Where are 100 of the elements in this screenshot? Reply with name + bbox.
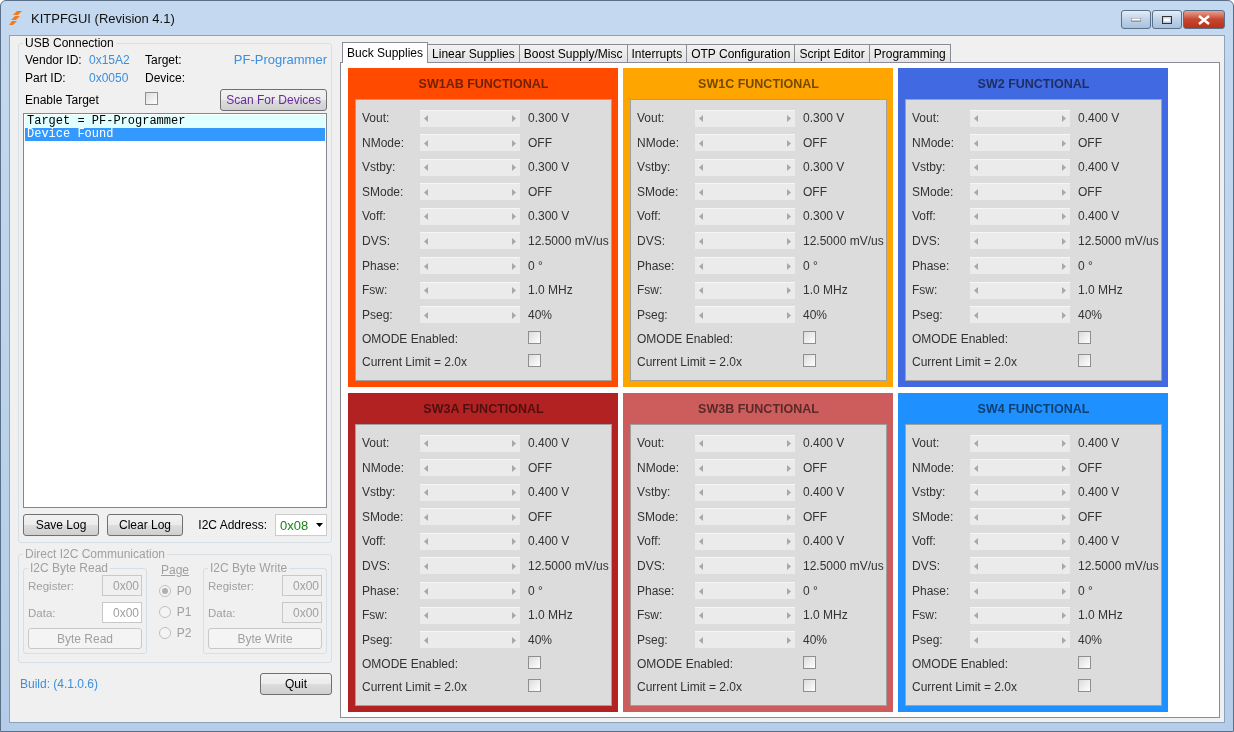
clear-log-button[interactable]: Clear Log [107, 514, 183, 536]
left-arrow-icon[interactable] [699, 464, 703, 472]
save-log-button[interactable]: Save Log [23, 514, 99, 536]
setting-scrollbar[interactable] [420, 459, 520, 477]
left-arrow-icon[interactable] [974, 464, 978, 472]
right-arrow-icon[interactable] [512, 513, 516, 521]
setting-scrollbar[interactable] [420, 434, 520, 452]
right-arrow-icon[interactable] [512, 287, 516, 295]
left-arrow-icon[interactable] [974, 164, 978, 172]
left-arrow-icon[interactable] [699, 164, 703, 172]
left-arrow-icon[interactable] [424, 115, 428, 123]
minimize-button[interactable] [1121, 10, 1151, 29]
left-arrow-icon[interactable] [424, 139, 428, 147]
setting-scrollbar[interactable] [695, 557, 795, 575]
address-dropdown[interactable]: 0x08 [275, 514, 327, 536]
option-checkbox[interactable] [528, 655, 541, 669]
left-arrow-icon[interactable] [974, 213, 978, 221]
right-arrow-icon[interactable] [787, 213, 791, 221]
left-arrow-icon[interactable] [974, 562, 978, 570]
tab[interactable]: Programming [868, 44, 951, 62]
left-arrow-icon[interactable] [974, 311, 978, 319]
left-arrow-icon[interactable] [699, 612, 703, 620]
setting-scrollbar[interactable] [970, 557, 1070, 575]
setting-scrollbar[interactable] [695, 109, 795, 127]
left-arrow-icon[interactable] [699, 440, 703, 448]
option-checkbox[interactable] [1078, 679, 1091, 693]
setting-scrollbar[interactable] [970, 606, 1070, 624]
right-arrow-icon[interactable] [787, 587, 791, 595]
left-arrow-icon[interactable] [974, 237, 978, 245]
right-arrow-icon[interactable] [1062, 489, 1066, 497]
right-arrow-icon[interactable] [512, 213, 516, 221]
right-arrow-icon[interactable] [787, 489, 791, 497]
right-arrow-icon[interactable] [1062, 164, 1066, 172]
left-arrow-icon[interactable] [974, 538, 978, 546]
right-arrow-icon[interactable] [1062, 587, 1066, 595]
setting-scrollbar[interactable] [970, 508, 1070, 526]
left-arrow-icon[interactable] [699, 262, 703, 270]
left-arrow-icon[interactable] [974, 188, 978, 196]
setting-scrollbar[interactable] [970, 483, 1070, 501]
right-arrow-icon[interactable] [1062, 237, 1066, 245]
right-arrow-icon[interactable] [512, 587, 516, 595]
right-arrow-icon[interactable] [512, 188, 516, 196]
left-arrow-icon[interactable] [699, 237, 703, 245]
left-arrow-icon[interactable] [699, 562, 703, 570]
setting-scrollbar[interactable] [695, 508, 795, 526]
maximize-button[interactable] [1152, 10, 1182, 29]
right-arrow-icon[interactable] [512, 489, 516, 497]
setting-scrollbar[interactable] [420, 508, 520, 526]
setting-scrollbar[interactable] [695, 281, 795, 299]
setting-scrollbar[interactable] [420, 532, 520, 550]
close-button[interactable] [1183, 10, 1225, 29]
right-arrow-icon[interactable] [512, 311, 516, 319]
log-list[interactable]: Target = PF-Programmer Device Found [23, 113, 327, 508]
left-arrow-icon[interactable] [974, 440, 978, 448]
right-arrow-icon[interactable] [1062, 562, 1066, 570]
setting-scrollbar[interactable] [695, 134, 795, 152]
right-arrow-icon[interactable] [787, 188, 791, 196]
setting-scrollbar[interactable] [970, 257, 1070, 275]
setting-scrollbar[interactable] [695, 257, 795, 275]
left-arrow-icon[interactable] [424, 562, 428, 570]
quit-button[interactable]: Quit [260, 673, 332, 695]
right-arrow-icon[interactable] [1062, 311, 1066, 319]
left-arrow-icon[interactable] [699, 115, 703, 123]
setting-scrollbar[interactable] [420, 158, 520, 176]
setting-scrollbar[interactable] [695, 434, 795, 452]
left-arrow-icon[interactable] [699, 587, 703, 595]
option-checkbox[interactable] [1078, 330, 1091, 344]
setting-scrollbar[interactable] [970, 434, 1070, 452]
left-arrow-icon[interactable] [699, 188, 703, 196]
right-arrow-icon[interactable] [787, 237, 791, 245]
setting-scrollbar[interactable] [970, 158, 1070, 176]
scan-button[interactable]: Scan For Devices [220, 89, 327, 111]
right-arrow-icon[interactable] [787, 287, 791, 295]
option-checkbox[interactable] [803, 330, 816, 344]
left-arrow-icon[interactable] [424, 213, 428, 221]
enable-target-checkbox[interactable] [145, 92, 158, 105]
left-arrow-icon[interactable] [424, 188, 428, 196]
right-arrow-icon[interactable] [512, 612, 516, 620]
setting-scrollbar[interactable] [970, 183, 1070, 201]
right-arrow-icon[interactable] [787, 164, 791, 172]
right-arrow-icon[interactable] [512, 636, 516, 644]
left-arrow-icon[interactable] [974, 139, 978, 147]
right-arrow-icon[interactable] [787, 440, 791, 448]
setting-scrollbar[interactable] [970, 109, 1070, 127]
right-arrow-icon[interactable] [1062, 115, 1066, 123]
setting-scrollbar[interactable] [695, 183, 795, 201]
right-arrow-icon[interactable] [787, 636, 791, 644]
right-arrow-icon[interactable] [1062, 513, 1066, 521]
setting-scrollbar[interactable] [970, 281, 1070, 299]
setting-scrollbar[interactable] [420, 631, 520, 649]
setting-scrollbar[interactable] [420, 109, 520, 127]
left-arrow-icon[interactable] [699, 287, 703, 295]
left-arrow-icon[interactable] [974, 513, 978, 521]
option-checkbox[interactable] [528, 679, 541, 693]
setting-scrollbar[interactable] [695, 158, 795, 176]
setting-scrollbar[interactable] [970, 306, 1070, 324]
right-arrow-icon[interactable] [787, 139, 791, 147]
tab[interactable]: Boost Supply/Misc [518, 44, 628, 62]
tab[interactable]: Interrupts [626, 44, 688, 62]
setting-scrollbar[interactable] [695, 582, 795, 600]
